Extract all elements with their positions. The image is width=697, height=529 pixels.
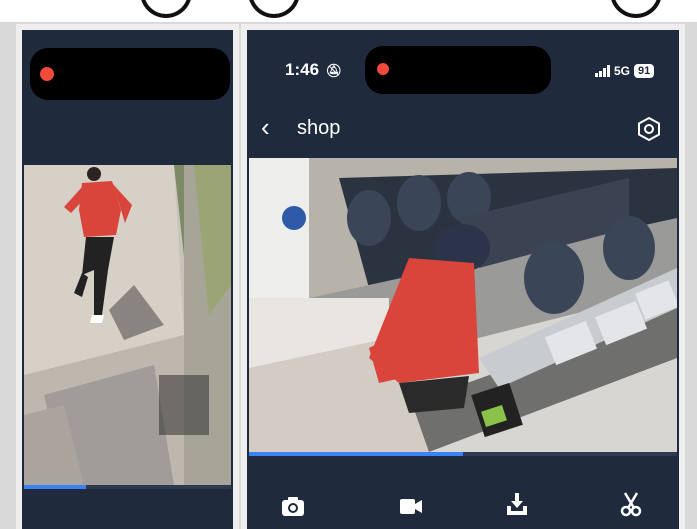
outdoor-scene	[24, 165, 231, 485]
decor-arc	[248, 0, 300, 18]
left-progress-fill	[24, 485, 87, 489]
left-phone-screen	[22, 30, 233, 529]
back-chevron-icon[interactable]: ‹	[261, 114, 270, 140]
top-decor-strip	[0, 0, 697, 22]
status-time: 1:46 🔕︎	[285, 60, 342, 80]
scissors-icon[interactable]	[617, 490, 645, 518]
right-progress-track[interactable]	[249, 452, 677, 456]
battery-level: 91	[634, 64, 655, 78]
bell-muted-icon: 🔕︎	[325, 63, 343, 78]
right-video-feed[interactable]	[249, 158, 677, 452]
dynamic-island	[30, 48, 230, 100]
decor-arc	[140, 0, 192, 18]
page-title: shop	[297, 117, 341, 139]
status-time-text: 1:46	[285, 60, 320, 79]
right-phone-screen: 1:46 🔕︎ 5G 91 ‹ shop	[247, 30, 679, 529]
recording-dot	[40, 67, 54, 81]
video-record-icon[interactable]	[397, 492, 425, 520]
download-icon[interactable]	[503, 490, 531, 518]
left-progress-track[interactable]	[24, 485, 231, 489]
settings-hexagon-icon[interactable]	[636, 116, 662, 142]
recording-dot	[377, 63, 389, 75]
left-video-feed[interactable]	[24, 165, 231, 485]
camera-icon[interactable]	[279, 492, 307, 520]
signal-bars-icon	[595, 65, 610, 77]
decor-arc	[610, 0, 662, 18]
dynamic-island	[365, 46, 551, 94]
right-progress-fill	[249, 452, 463, 456]
network-label: 5G	[614, 64, 631, 78]
status-right: 5G 91	[595, 64, 655, 78]
shop-interior-scene	[249, 158, 677, 452]
